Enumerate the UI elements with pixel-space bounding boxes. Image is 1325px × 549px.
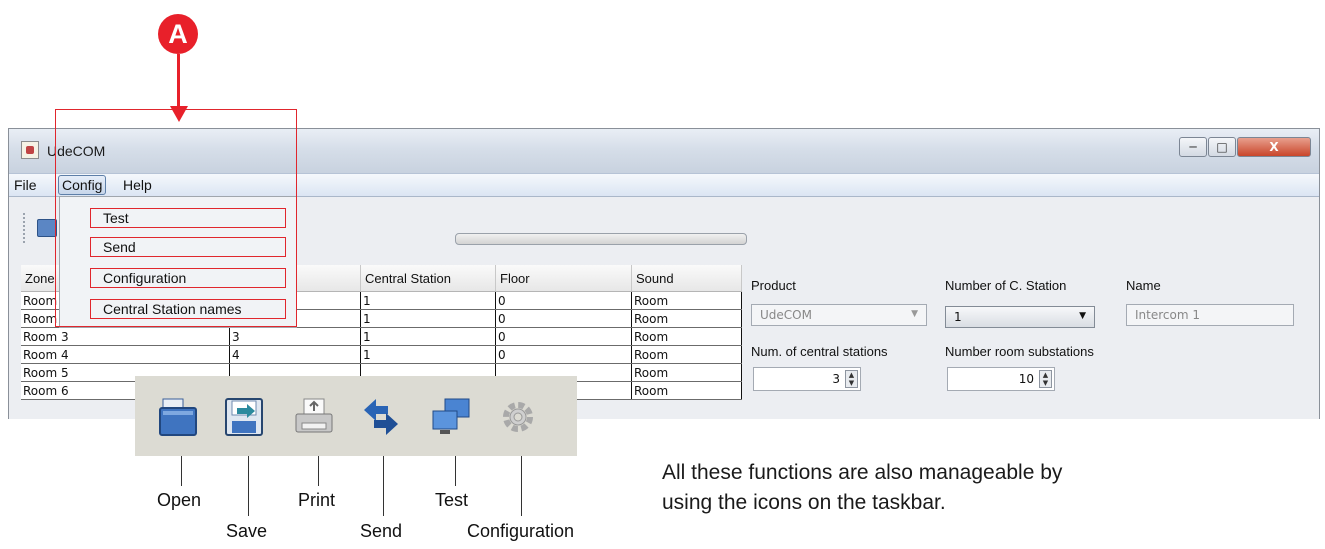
menu-file[interactable]: File: [14, 177, 37, 193]
progress-bar: [455, 233, 747, 245]
leader-line-send: [383, 456, 384, 516]
cell-number[interactable]: 3: [229, 327, 361, 346]
num-central-stations-value: 3: [832, 372, 840, 386]
name-field: Intercom 1: [1126, 304, 1294, 326]
cell-sound[interactable]: Room: [631, 345, 742, 364]
table-row[interactable]: Room 3 3 1 0 Room: [21, 327, 742, 346]
icon-label-configuration: Configuration: [467, 521, 575, 541]
num-c-station-value: 1: [954, 310, 962, 324]
product-label: Product: [751, 278, 796, 293]
name-value: Intercom 1: [1135, 308, 1200, 322]
open-folder-icon[interactable]: [157, 396, 199, 438]
cell-floor[interactable]: 0: [495, 309, 632, 328]
cell-number[interactable]: 4: [229, 345, 361, 364]
open-folder-icon[interactable]: [37, 219, 57, 237]
callout-arrow-line: [177, 54, 180, 109]
leader-line-save: [248, 456, 249, 516]
name-label: Name: [1126, 278, 1161, 293]
chevron-down-icon: ▼: [911, 309, 918, 319]
icon-label-open: Open: [157, 490, 202, 510]
cell-floor[interactable]: 0: [495, 291, 632, 310]
cell-central-station[interactable]: 1: [360, 345, 496, 364]
chevron-down-icon: ▼: [1079, 311, 1086, 321]
product-value: UdeCOM: [760, 308, 812, 322]
minimize-button[interactable]: ─: [1179, 137, 1207, 157]
spinner-arrows-icon[interactable]: ▲ ▼: [1039, 370, 1052, 388]
cell-sound[interactable]: Room: [631, 327, 742, 346]
leader-line-print: [318, 456, 319, 486]
num-central-stations-spinner[interactable]: 3 ▲ ▼: [753, 367, 861, 391]
cell-sound[interactable]: Room: [631, 309, 742, 328]
maximize-icon: □: [1216, 140, 1228, 154]
table-row[interactable]: Room 4 4 1 0 Room: [21, 345, 742, 364]
num-c-station-combo[interactable]: 1 ▼: [945, 306, 1095, 328]
send-arrows-icon[interactable]: [360, 396, 402, 438]
cell-central-station[interactable]: 1: [360, 327, 496, 346]
callout-marker-a: A: [158, 14, 198, 54]
close-icon: X: [1269, 140, 1279, 154]
leader-line-open: [181, 456, 182, 486]
cell-central-station[interactable]: 1: [360, 291, 496, 310]
cell-sound[interactable]: Room: [631, 291, 742, 310]
minimize-icon: ─: [1189, 140, 1197, 154]
leader-line-test: [455, 456, 456, 486]
icon-label-test: Test: [435, 490, 469, 510]
product-combo: UdeCOM ▼: [751, 304, 927, 326]
cell-zone[interactable]: Room 3: [21, 327, 230, 346]
spinner-arrows-icon[interactable]: ▲ ▼: [845, 370, 858, 388]
column-header-sound[interactable]: Sound: [631, 265, 742, 292]
explanatory-note: All these functions are also manageable …: [662, 461, 1063, 514]
num-room-substations-label: Number room substations: [945, 344, 1094, 359]
icon-label-save: Save: [226, 521, 268, 541]
num-central-stations-label: Num. of central stations: [751, 344, 888, 359]
num-room-substations-spinner[interactable]: 10 ▲ ▼: [947, 367, 1055, 391]
gear-icon[interactable]: [497, 396, 539, 438]
leader-line-configuration: [521, 456, 522, 516]
close-button[interactable]: X: [1237, 137, 1311, 157]
icon-label-send: Send: [360, 521, 403, 541]
cell-sound[interactable]: Room: [631, 381, 742, 400]
num-room-substations-value: 10: [1018, 372, 1034, 386]
cell-central-station[interactable]: 1: [360, 309, 496, 328]
print-icon[interactable]: [293, 396, 335, 438]
icon-label-print: Print: [298, 490, 336, 510]
num-c-station-label: Number of C. Station: [945, 278, 1067, 293]
test-monitors-icon[interactable]: [430, 396, 472, 438]
cell-floor[interactable]: 0: [495, 327, 632, 346]
save-icon[interactable]: [223, 396, 265, 438]
toolbar-grip[interactable]: [23, 213, 28, 243]
java-cup-icon: [21, 141, 39, 159]
toolbar-icons-panel: [135, 376, 577, 456]
cell-zone[interactable]: Room 4: [21, 345, 230, 364]
callout-letter: A: [168, 18, 188, 49]
cell-sound[interactable]: Room: [631, 363, 742, 382]
column-header-central-station[interactable]: Central Station: [360, 265, 496, 292]
maximize-button[interactable]: □: [1208, 137, 1236, 157]
column-header-floor[interactable]: Floor: [495, 265, 632, 292]
highlight-box: [55, 109, 297, 327]
cell-floor[interactable]: 0: [495, 345, 632, 364]
